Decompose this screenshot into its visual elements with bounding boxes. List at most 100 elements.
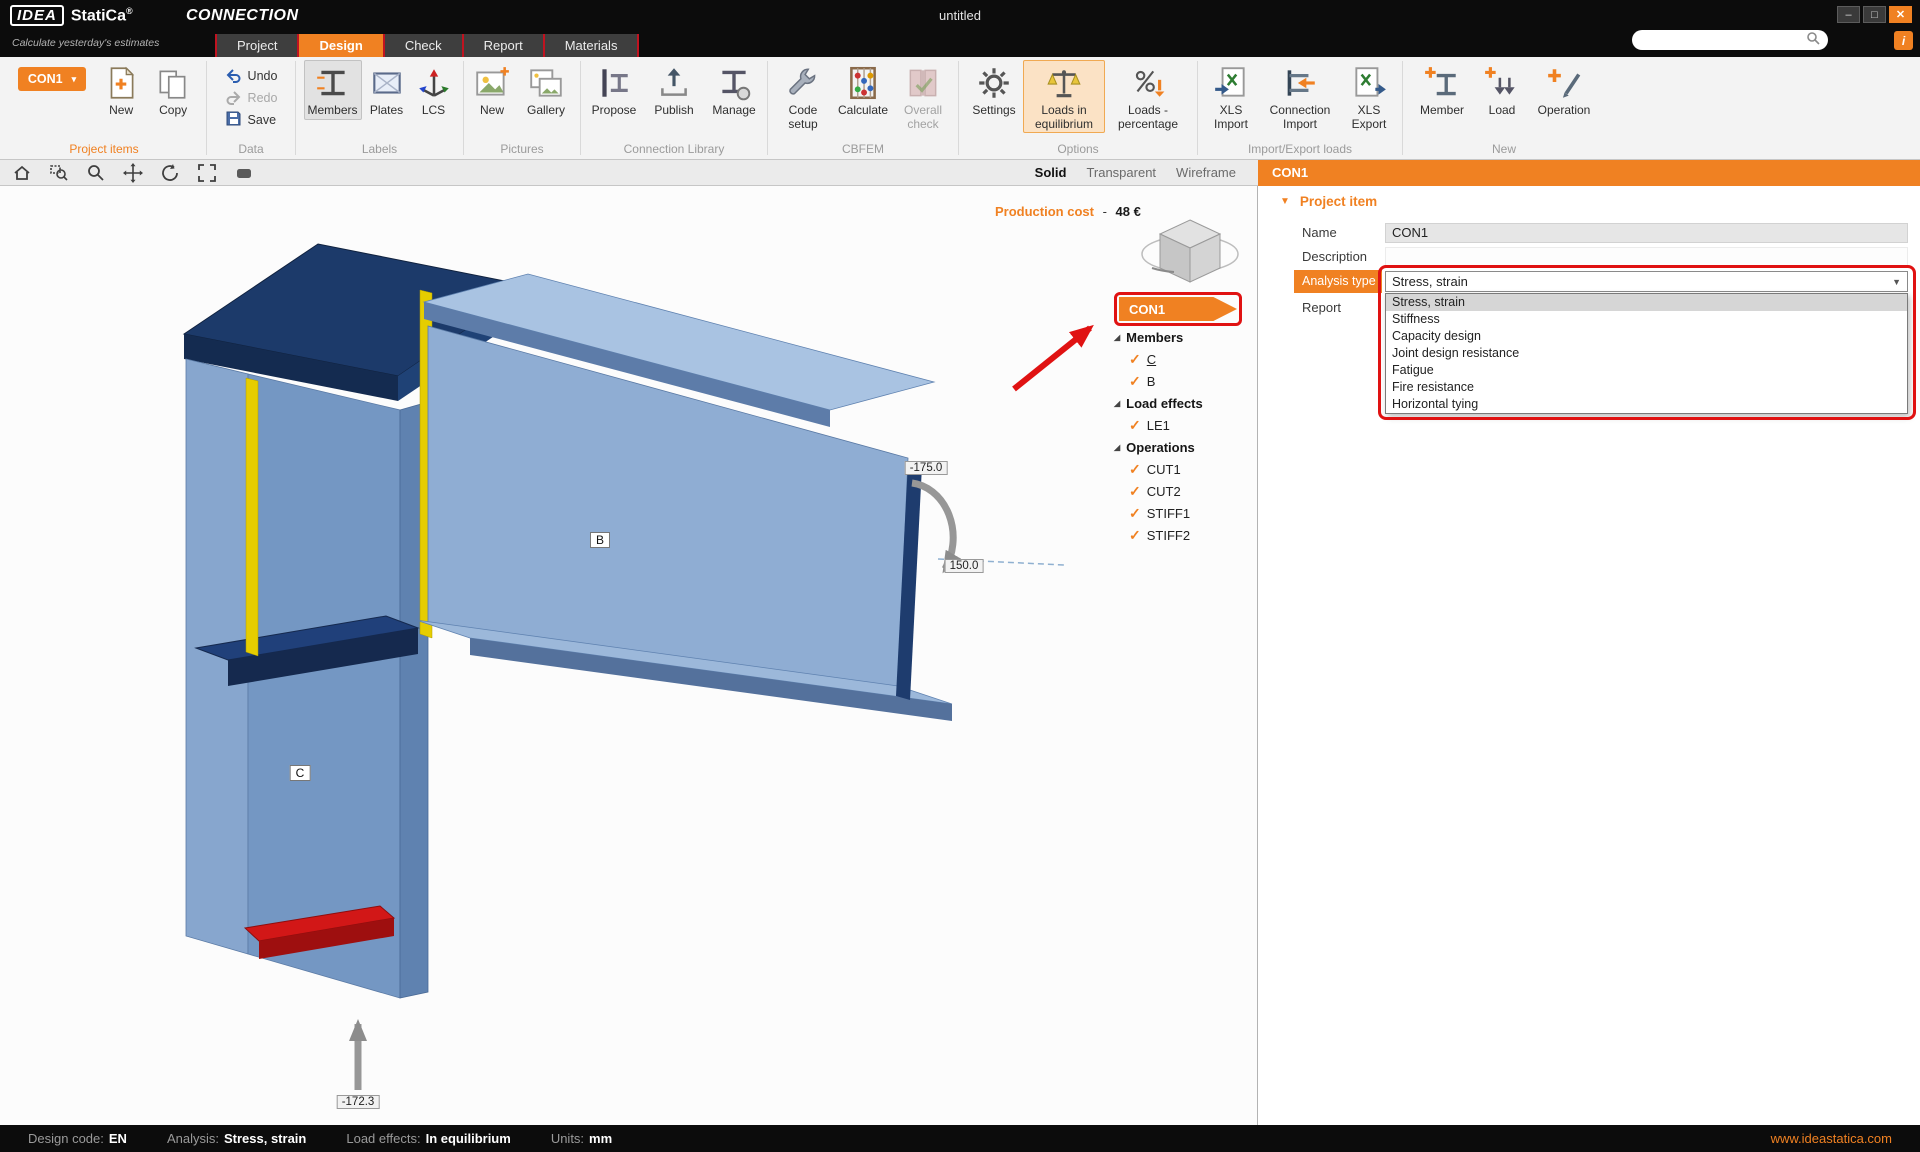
propose-button[interactable]: Propose: [585, 60, 643, 120]
analysis-type-dropdown[interactable]: Stress, strain ▼: [1385, 271, 1908, 292]
manage-button[interactable]: Manage: [705, 60, 763, 120]
3d-viewport[interactable]: Production cost - 48 € B C -175.0: [0, 186, 1258, 1125]
expander-icon[interactable]: ◢: [1114, 333, 1120, 342]
new-project-item-button[interactable]: New: [96, 60, 146, 120]
option-joint-design-resistance[interactable]: Joint design resistance: [1386, 345, 1907, 362]
tagline: Calculate yesterday's estimates: [12, 37, 159, 49]
orbit-icon[interactable]: [158, 162, 182, 184]
tree-group-load-effects[interactable]: ◢ Load effects: [1114, 392, 1258, 414]
copy-icon: [154, 64, 192, 102]
option-horizontal-tying[interactable]: Horizontal tying: [1386, 396, 1907, 413]
save-button[interactable]: Save: [221, 110, 281, 130]
pan-icon[interactable]: [121, 162, 145, 184]
project-item-section[interactable]: ▼ Project item: [1280, 194, 1377, 209]
zoom-window-icon[interactable]: [47, 162, 71, 184]
checkbox-checked-icon[interactable]: ✓: [1129, 461, 1141, 478]
publish-button[interactable]: Publish: [645, 60, 703, 120]
tree-item-label: C: [1147, 352, 1156, 367]
loads-in-equilibrium-button[interactable]: Loads in equilibrium: [1023, 60, 1105, 133]
view-mode-solid[interactable]: Solid: [1035, 165, 1067, 180]
copy-project-item-button[interactable]: Copy: [148, 60, 198, 120]
checkbox-checked-icon[interactable]: ✓: [1129, 483, 1141, 500]
labels-plates-button[interactable]: Plates: [364, 60, 410, 120]
loads-percentage-button[interactable]: Loads - percentage: [1107, 60, 1189, 133]
tree-item-member-b[interactable]: ✓ B: [1114, 370, 1258, 392]
beam-member-b-mesh[interactable]: [416, 274, 952, 721]
properties-panel: CON1 ▼ Project item Name CON1 Descriptio…: [1258, 160, 1920, 1125]
expander-icon[interactable]: ◢: [1114, 399, 1120, 408]
checkbox-checked-icon[interactable]: ✓: [1129, 527, 1141, 544]
tree-group-members[interactable]: ◢ Members: [1114, 326, 1258, 348]
maximize-button[interactable]: □: [1863, 6, 1886, 23]
logo-text: StatiCa: [71, 7, 126, 24]
option-fatigue[interactable]: Fatigue: [1386, 362, 1907, 379]
member-label-b[interactable]: B: [590, 532, 610, 548]
labels-lcs-button[interactable]: LCS: [412, 60, 456, 120]
connection-import-button[interactable]: Connection Import: [1264, 60, 1336, 133]
search-box[interactable]: [1632, 30, 1828, 50]
tree-item-cut2[interactable]: ✓ CUT2: [1114, 480, 1258, 502]
tree-item-stiff1[interactable]: ✓ STIFF1: [1114, 502, 1258, 524]
info-button[interactable]: i: [1894, 31, 1913, 50]
tab-check[interactable]: Check: [383, 34, 462, 57]
xls-export-button[interactable]: XLS Export: [1338, 60, 1400, 133]
calculate-button[interactable]: Calculate: [834, 60, 892, 120]
option-fire-resistance[interactable]: Fire resistance: [1386, 379, 1907, 396]
load-value-moment-bottom: 150.0: [945, 559, 984, 573]
settings-button[interactable]: Settings: [967, 60, 1021, 120]
checkbox-checked-icon[interactable]: ✓: [1129, 417, 1141, 434]
option-capacity-design[interactable]: Capacity design: [1386, 328, 1907, 345]
new-load-button[interactable]: Load: [1474, 60, 1530, 120]
labels-members-button[interactable]: Members: [304, 60, 362, 120]
tab-design[interactable]: Design: [297, 34, 382, 57]
collapse-triangle-icon[interactable]: ▼: [1280, 196, 1290, 207]
tree-item-label: CUT2: [1147, 484, 1181, 499]
minimize-button[interactable]: –: [1837, 6, 1860, 23]
zoom-icon[interactable]: [84, 162, 108, 184]
tree-item-member-c[interactable]: ✓ C: [1114, 348, 1258, 370]
redo-button[interactable]: Redo: [221, 88, 282, 108]
view-cube[interactable]: [1138, 208, 1243, 301]
description-label: Description: [1302, 246, 1367, 268]
tab-report[interactable]: Report: [462, 34, 543, 57]
website-link[interactable]: www.ideastatica.com: [1771, 1131, 1892, 1146]
con1-selector[interactable]: CON1 ▾: [18, 67, 86, 91]
option-stress-strain[interactable]: Stress, strain: [1386, 294, 1907, 311]
con1-tree-tag[interactable]: CON1: [1119, 297, 1237, 321]
close-button[interactable]: ✕: [1889, 6, 1912, 23]
undo-button[interactable]: Undo: [221, 66, 282, 86]
checkbox-checked-icon[interactable]: ✓: [1129, 373, 1141, 390]
picture-new-button[interactable]: New: [469, 60, 515, 120]
view-mode-switch: Solid Transparent Wireframe: [1035, 165, 1248, 180]
checkbox-checked-icon[interactable]: ✓: [1129, 351, 1141, 368]
new-operation-button[interactable]: Operation: [1532, 60, 1596, 120]
tree-item-cut1[interactable]: ✓ CUT1: [1114, 458, 1258, 480]
ribbon-group-connection-library: Propose Publish Manage Connection Librar…: [583, 57, 765, 159]
code-setup-button[interactable]: Code setup: [774, 60, 832, 133]
tree-group-operations[interactable]: ◢ Operations: [1114, 436, 1258, 458]
overall-check-button[interactable]: Overall check: [894, 60, 952, 133]
tree-item-stiff2[interactable]: ✓ STIFF2: [1114, 524, 1258, 546]
search-input[interactable]: [1640, 33, 1806, 47]
member-label-c[interactable]: C: [290, 765, 311, 781]
expander-icon[interactable]: ◢: [1114, 443, 1120, 452]
view-mode-wireframe[interactable]: Wireframe: [1176, 165, 1236, 180]
xls-import-button[interactable]: XLS Import: [1200, 60, 1262, 133]
checkbox-checked-icon[interactable]: ✓: [1129, 505, 1141, 522]
ribbon: CON1 ▾ New Copy Project items: [0, 57, 1920, 160]
tab-project[interactable]: Project: [215, 34, 297, 57]
status-analysis: Analysis:Stress, strain: [167, 1131, 306, 1146]
description-field[interactable]: [1385, 247, 1908, 267]
option-stiffness[interactable]: Stiffness: [1386, 311, 1907, 328]
view-mode-transparent[interactable]: Transparent: [1086, 165, 1156, 180]
section-plane-icon[interactable]: [232, 162, 256, 184]
3d-scene[interactable]: [0, 186, 1258, 1125]
new-member-button[interactable]: Member: [1412, 60, 1472, 120]
chevron-down-icon: ▼: [1892, 277, 1901, 287]
home-view-icon[interactable]: [10, 162, 34, 184]
tab-materials[interactable]: Materials: [543, 34, 640, 57]
tree-item-le1[interactable]: ✓ LE1: [1114, 414, 1258, 436]
name-field[interactable]: CON1: [1385, 223, 1908, 243]
zoom-fit-icon[interactable]: [195, 162, 219, 184]
gallery-button[interactable]: Gallery: [517, 60, 575, 120]
